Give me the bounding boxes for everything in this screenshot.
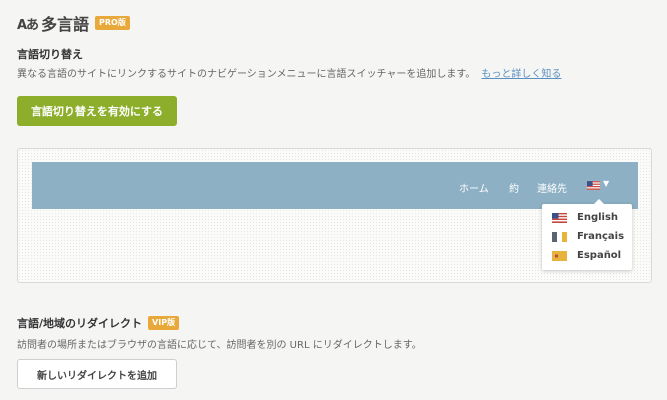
- enable-switcher-button[interactable]: 言語切り替えを有効にする: [17, 96, 177, 126]
- language-option-label: Español: [577, 250, 622, 261]
- language-option-spanish[interactable]: Español: [552, 250, 621, 261]
- language-option-english[interactable]: English: [552, 212, 618, 223]
- switcher-preview: ホーム 約 連絡先 ▼ English Français Español: [17, 148, 652, 283]
- vip-badge: VIP版: [148, 316, 180, 330]
- pro-badge: PRO版: [95, 16, 130, 30]
- us-flag-icon: [587, 181, 600, 190]
- redirect-description: 訪問者の場所またはブラウザの言語に応じて、訪問者を別の URL にリダイレクトし…: [17, 340, 422, 351]
- nav-item-home: ホーム: [459, 184, 489, 195]
- switcher-description: 異なる言語のサイトにリンクするサイトのナビゲーションメニューに言語スイッチャーを…: [17, 65, 561, 80]
- language-option-label: English: [577, 212, 619, 223]
- nav-item-contact: 連絡先: [537, 184, 567, 195]
- redirect-section-title: 言語/地域のリダイレクト: [17, 317, 143, 330]
- redirect-section-header: 言語/地域のリダイレクト VIP版: [17, 315, 180, 331]
- page-header: Aあ 多言語 PRO版: [17, 11, 130, 35]
- es-flag-icon: [552, 250, 567, 261]
- learn-more-link[interactable]: もっと詳しく知る: [481, 69, 561, 80]
- language-option-french[interactable]: Français: [552, 231, 624, 242]
- preview-navbar: ホーム 約 連絡先 ▼: [32, 162, 638, 209]
- language-option-label: Français: [577, 231, 625, 242]
- us-flag-icon: [552, 212, 567, 223]
- language-dropdown: English Français Español: [542, 199, 632, 270]
- page-title: 多言語: [41, 15, 90, 34]
- fr-flag-icon: [552, 231, 567, 242]
- translate-icon: Aあ: [17, 17, 39, 33]
- chevron-down-icon: ▼: [603, 179, 610, 188]
- nav-item-about: 約: [509, 184, 519, 195]
- switcher-section-title: 言語切り替え: [17, 48, 83, 61]
- switcher-description-text: 異なる言語のサイトにリンクするサイトのナビゲーションメニューに言語スイッチャーを…: [17, 69, 476, 80]
- add-redirect-button[interactable]: 新しいリダイレクトを追加: [17, 359, 177, 389]
